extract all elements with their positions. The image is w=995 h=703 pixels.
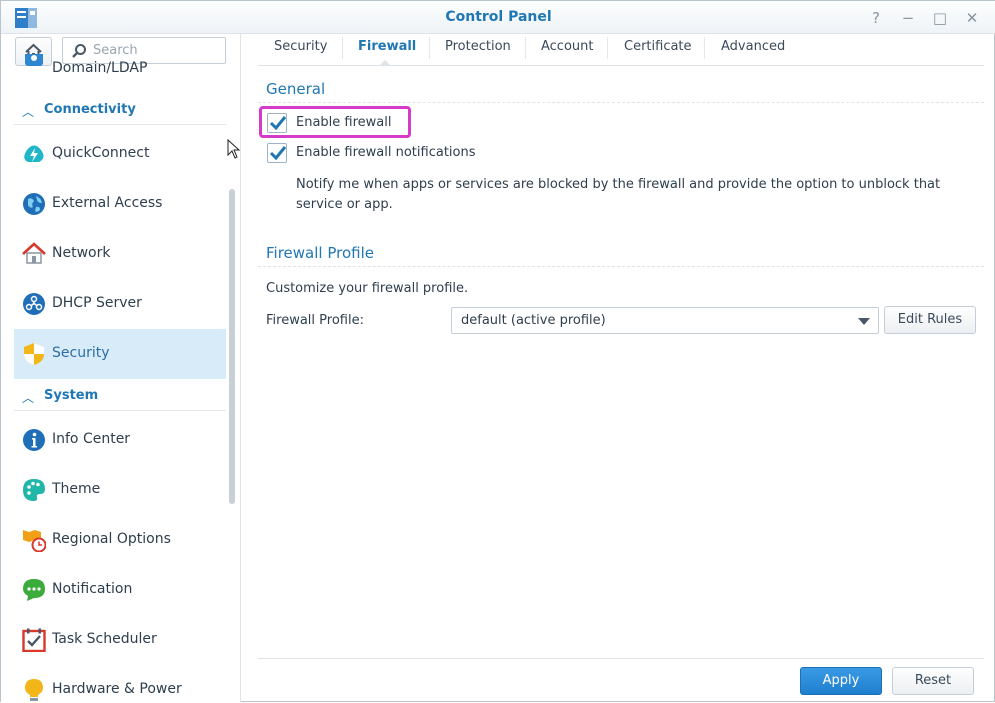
chevron-up-icon: ︿ [22, 105, 35, 119]
close-button[interactable]: ✕ [961, 7, 983, 29]
group-label: System [44, 388, 99, 403]
house-network-icon [22, 242, 46, 264]
sidebar-item-label: Security [52, 345, 110, 361]
tab-security[interactable]: Security [274, 39, 327, 54]
sidebar-item-dhcp-server[interactable]: DHCP Server [14, 279, 226, 329]
sidebar-item-label: Network [52, 245, 111, 261]
tab-protection[interactable]: Protection [445, 39, 511, 54]
globe-icon [23, 193, 45, 215]
info-icon [23, 429, 45, 451]
general-section-title: General [266, 80, 326, 98]
tab-separator [342, 37, 343, 59]
minimize-button[interactable]: − [897, 7, 919, 29]
sidebar-item-label: QuickConnect [52, 145, 150, 161]
tab-separator [607, 37, 608, 59]
chat-icon [23, 579, 45, 601]
calendar-icon [22, 628, 46, 652]
sidebar-item-label: Hardware & Power [52, 681, 182, 697]
tab-separator [704, 37, 705, 59]
dhcp-icon [23, 293, 45, 315]
tab-separator [429, 37, 430, 59]
edit-rules-button[interactable]: Edit Rules [884, 306, 976, 334]
enable-notifications-label: Enable firewall notifications [296, 145, 476, 160]
sidebar-item-label: Task Scheduler [52, 631, 157, 647]
sidebar-item-info-center[interactable]: Info Center [14, 415, 226, 465]
control-panel-window: Control Panel ? − □ ✕ Search Domain/LDAP… [0, 0, 995, 703]
sidebar-item-external-access[interactable]: External Access [14, 179, 226, 229]
sidebar-item-label: Notification [52, 581, 133, 597]
sidebar-item-label: Domain/LDAP [52, 60, 148, 76]
sidebar-scrollbar[interactable] [229, 189, 235, 504]
sidebar-item-theme[interactable]: Theme [14, 465, 226, 515]
section-divider [258, 266, 984, 267]
tab-advanced[interactable]: Advanced [721, 39, 785, 54]
sidebar-item-security[interactable]: Security [14, 329, 226, 379]
sidebar-item-label: Info Center [52, 431, 131, 447]
sidebar-item-label: External Access [52, 195, 163, 211]
help-button[interactable]: ? [865, 7, 887, 29]
checkmark-icon [269, 116, 287, 131]
sidebar: Search Domain/LDAP ︿ Connectivity QuickC… [1, 34, 241, 703]
sidebar-item-hardware-power[interactable]: Hardware & Power [14, 665, 226, 703]
mouse-cursor-icon [227, 139, 241, 159]
sidebar-item-notification[interactable]: Notification [14, 565, 226, 615]
window-title: Control Panel [445, 9, 552, 25]
firewall-profile-section-title: Firewall Profile [266, 244, 374, 262]
dropdown-arrow-icon [858, 318, 870, 325]
checkmark-icon [269, 146, 287, 161]
title-bar[interactable]: Control Panel ? − □ ✕ [1, 1, 995, 34]
sidebar-item-task-scheduler[interactable]: Task Scheduler [14, 615, 226, 665]
firewall-profile-select[interactable]: default (active profile) [451, 307, 879, 334]
tab-certificate[interactable]: Certificate [624, 39, 692, 54]
maximize-button[interactable]: □ [929, 7, 951, 29]
sidebar-item-quickconnect[interactable]: QuickConnect [14, 129, 226, 179]
reset-button[interactable]: Reset [892, 667, 974, 695]
domain-icon [25, 54, 43, 66]
clock-map-icon [23, 530, 46, 552]
section-divider [258, 102, 984, 103]
enable-firewall-label: Enable firewall [296, 115, 392, 130]
sidebar-item-domain-ldap[interactable]: Domain/LDAP [14, 54, 226, 82]
apply-button[interactable]: Apply [800, 667, 882, 695]
firewall-profile-label: Firewall Profile: [266, 313, 364, 328]
active-tab-indicator [379, 60, 391, 66]
sidebar-item-label: DHCP Server [52, 295, 142, 311]
tab-firewall[interactable]: Firewall [358, 39, 416, 54]
selected-profile: default (active profile) [461, 313, 606, 328]
checkbox-checked[interactable] [267, 113, 287, 133]
sidebar-item-regional-options[interactable]: Regional Options [14, 515, 226, 565]
quickconnect-icon [24, 145, 44, 162]
footer-divider [258, 658, 984, 659]
sidebar-item-label: Theme [52, 481, 101, 497]
tab-separator [525, 37, 526, 59]
sidebar-group-system[interactable]: ︿ System [14, 381, 226, 411]
checkbox-checked[interactable] [267, 143, 287, 163]
shield-icon [24, 343, 44, 365]
sidebar-group-connectivity[interactable]: ︿ Connectivity [14, 95, 226, 125]
customize-profile-text: Customize your firewall profile. [266, 281, 469, 296]
sidebar-item-label: Regional Options [52, 531, 171, 547]
chevron-up-icon: ︿ [22, 391, 35, 405]
sidebar-item-network[interactable]: Network [14, 229, 226, 279]
tab-bar: Security Firewall Protection Account Cer… [258, 34, 984, 66]
bulb-icon [25, 679, 43, 701]
palette-icon [23, 479, 45, 501]
tab-account[interactable]: Account [541, 39, 594, 54]
notification-description: Notify me when apps or services are bloc… [296, 177, 941, 212]
group-label: Connectivity [44, 102, 136, 117]
